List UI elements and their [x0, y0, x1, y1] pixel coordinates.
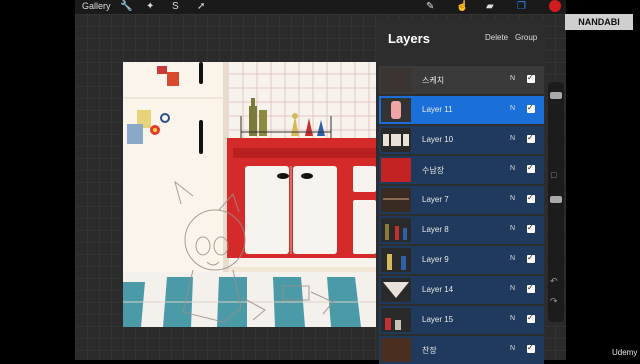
layer-row[interactable]: Layer 8 N: [379, 216, 544, 244]
visibility-checkbox[interactable]: [527, 283, 535, 293]
visibility-checkbox[interactable]: [527, 103, 535, 113]
undo-icon[interactable]: ↶: [550, 276, 558, 287]
blend-mode[interactable]: N: [510, 195, 515, 202]
blend-mode[interactable]: N: [510, 135, 515, 142]
layer-thumbnail: [381, 308, 411, 332]
transform-arrow-icon[interactable]: ➚: [197, 1, 205, 12]
layer-thumbnail: [381, 188, 411, 212]
visibility-checkbox[interactable]: [527, 343, 535, 353]
layer-thumbnail: [381, 278, 411, 302]
left-letterbox: [0, 0, 75, 360]
layer-row[interactable]: 스케치 N: [379, 66, 544, 94]
layer-row[interactable]: Layer 9 N: [379, 246, 544, 274]
visibility-checkbox[interactable]: [527, 253, 535, 263]
layer-name: Layer 9: [422, 255, 449, 264]
blend-mode[interactable]: N: [510, 345, 515, 352]
visibility-checkbox[interactable]: [527, 223, 535, 233]
layer-thumbnail: [381, 218, 411, 242]
wrench-icon[interactable]: 🔧: [120, 1, 132, 12]
layer-name: Layer 14: [422, 285, 454, 294]
modify-square-icon[interactable]: □: [551, 170, 556, 180]
blend-mode[interactable]: N: [510, 285, 515, 292]
gallery-button[interactable]: Gallery: [82, 1, 111, 11]
visibility-checkbox[interactable]: [527, 193, 535, 203]
visibility-checkbox[interactable]: [527, 133, 535, 143]
layers-panel: Layers Delete Group 스케치 N Layer 11 N Lay…: [376, 20, 546, 364]
blend-mode[interactable]: N: [510, 105, 515, 112]
layer-thumbnail: [381, 128, 411, 152]
color-picker-swatch[interactable]: [549, 0, 561, 12]
opacity-knob[interactable]: [550, 196, 562, 203]
layer-row[interactable]: 수납장 N: [379, 156, 544, 184]
blend-mode[interactable]: N: [510, 225, 515, 232]
group-button[interactable]: Group: [515, 33, 537, 42]
blend-mode[interactable]: N: [510, 75, 515, 82]
right-letterbox: [566, 0, 640, 360]
layers-panel-title: Layers: [388, 31, 430, 46]
layer-row[interactable]: Layer 11 N: [379, 96, 544, 124]
selection-icon[interactable]: S: [172, 1, 179, 12]
layer-thumbnail: [381, 98, 411, 122]
redo-icon[interactable]: ↷: [550, 296, 558, 307]
layer-thumbnail: [381, 158, 411, 182]
delete-button[interactable]: Delete: [485, 33, 508, 42]
blend-mode[interactable]: N: [510, 315, 515, 322]
layer-thumbnail: [381, 68, 411, 92]
layer-thumbnail: [381, 338, 411, 362]
blend-mode[interactable]: N: [510, 165, 515, 172]
layer-name: 스케치: [422, 76, 445, 85]
platform-watermark: Udemy: [612, 348, 638, 357]
layer-name: 수납장: [422, 166, 445, 175]
layer-row[interactable]: Layer 14 N: [379, 276, 544, 304]
eraser-icon[interactable]: ▰: [486, 1, 494, 12]
layer-name: Layer 7: [422, 195, 449, 204]
layer-name: Layer 10: [422, 135, 454, 144]
brush-icon[interactable]: ✎: [426, 1, 434, 12]
layer-name: Layer 8: [422, 225, 449, 234]
magic-wand-icon[interactable]: ✦: [146, 1, 154, 12]
layer-name: Layer 15: [422, 315, 454, 324]
smudge-icon[interactable]: ☝: [456, 1, 468, 12]
layer-thumbnail: [381, 248, 411, 272]
layers-icon[interactable]: ❐: [517, 1, 526, 12]
brush-size-knob[interactable]: [550, 92, 562, 99]
layer-row[interactable]: Layer 7 N: [379, 186, 544, 214]
visibility-checkbox[interactable]: [527, 73, 535, 83]
layer-name: Layer 11: [422, 105, 453, 114]
layer-row[interactable]: Layer 10 N: [379, 126, 544, 154]
brand-watermark: NANDABI: [565, 14, 633, 30]
blend-mode[interactable]: N: [510, 255, 515, 262]
drawing-canvas[interactable]: [123, 62, 376, 327]
layer-row[interactable]: Layer 15 N: [379, 306, 544, 334]
visibility-checkbox[interactable]: [527, 163, 535, 173]
layer-name: 찬장: [422, 346, 437, 355]
visibility-checkbox[interactable]: [527, 313, 535, 323]
